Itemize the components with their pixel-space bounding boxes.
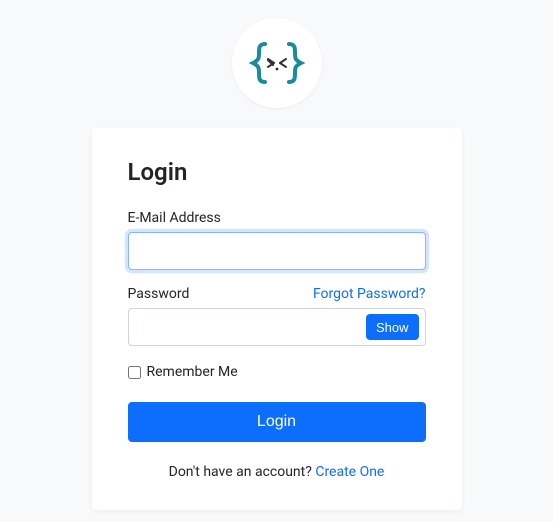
email-label: E-Mail Address xyxy=(128,210,221,226)
create-account-link[interactable]: Create One xyxy=(315,464,384,480)
show-password-button[interactable]: Show xyxy=(366,314,419,340)
login-button[interactable]: Login xyxy=(128,402,426,442)
remember-row: Remember Me xyxy=(128,364,426,380)
page-title: Login xyxy=(128,158,426,186)
password-group: Password Forgot Password? Show xyxy=(128,286,426,346)
login-card: Login E-Mail Address Password Forgot Pas… xyxy=(92,128,462,510)
curly-braces-logo-icon xyxy=(247,38,307,88)
email-group: E-Mail Address xyxy=(128,210,426,270)
remember-label: Remember Me xyxy=(147,364,238,380)
logo-area xyxy=(0,0,553,108)
create-account-row: Don't have an account? Create One xyxy=(128,464,426,480)
password-field[interactable] xyxy=(129,309,366,345)
password-label: Password xyxy=(128,286,190,302)
email-field[interactable] xyxy=(128,232,426,270)
password-input-wrap: Show xyxy=(128,308,426,346)
forgot-password-link[interactable]: Forgot Password? xyxy=(313,286,426,302)
remember-checkbox[interactable] xyxy=(128,366,141,379)
create-account-prompt: Don't have an account? xyxy=(169,464,316,480)
logo-circle xyxy=(232,18,322,108)
